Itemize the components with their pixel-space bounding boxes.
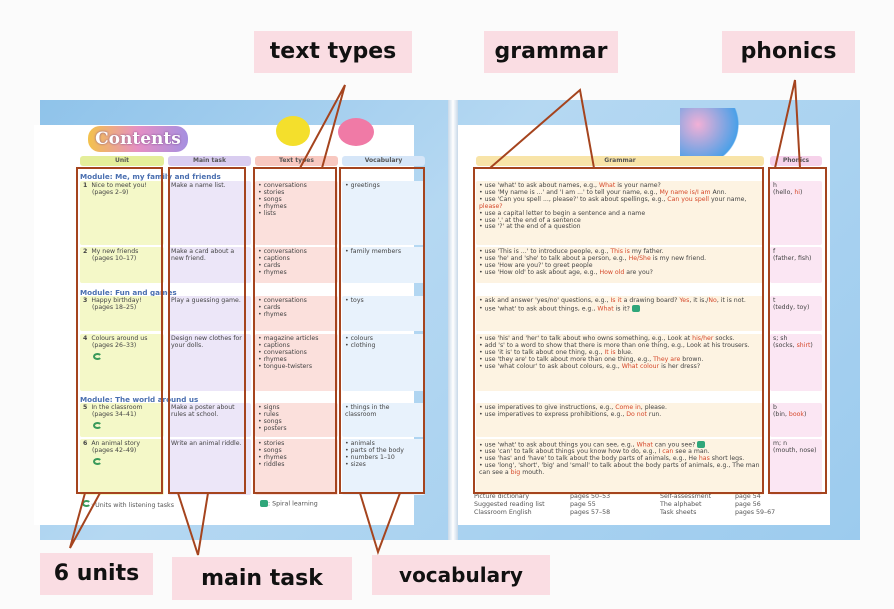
main-task-callout bbox=[177, 492, 209, 556]
vocabulary-column-box bbox=[339, 167, 425, 494]
vocabulary-callout bbox=[359, 492, 401, 556]
text-types-column-box bbox=[253, 167, 337, 494]
label-phonics: phonics bbox=[722, 31, 855, 73]
text-types-callout bbox=[299, 84, 346, 169]
label-text-types: text types bbox=[254, 31, 412, 73]
phonics-column-box bbox=[768, 167, 827, 494]
phonics-callout bbox=[774, 79, 801, 169]
grammar-callout bbox=[489, 88, 595, 169]
label-6-units: 6 units bbox=[40, 553, 153, 595]
unit-column-box bbox=[76, 167, 163, 494]
units-callout bbox=[69, 492, 101, 549]
main-task-column-box bbox=[168, 167, 246, 494]
annotation-overlay bbox=[69, 79, 827, 556]
label-main-task: main task bbox=[172, 557, 352, 600]
label-grammar: grammar bbox=[484, 31, 618, 73]
label-vocabulary: vocabulary bbox=[372, 555, 550, 595]
grammar-column-box bbox=[473, 167, 764, 494]
